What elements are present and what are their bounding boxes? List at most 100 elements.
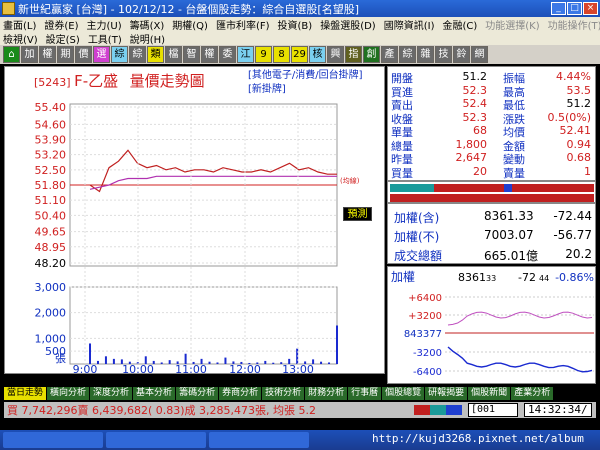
status-bar: 買 7,742,296賣 6,439,682( 0.83)成 3,285,473… bbox=[4, 402, 596, 418]
volume-bar bbox=[112, 358, 115, 364]
menu-item[interactable]: 籌碼(X) bbox=[130, 17, 165, 32]
menu-item[interactable]: 檢視(V) bbox=[3, 31, 38, 46]
toolbar-button[interactable]: 選 bbox=[93, 46, 110, 63]
toolbar-button[interactable]: 檔 bbox=[165, 46, 182, 63]
quote-value: 1,800 bbox=[455, 137, 488, 151]
mini-tick-label: -3200 bbox=[413, 348, 442, 359]
window-title: 新世紀贏家 [台灣] - 102/12/12 - 台盤個股走勢：綜合自選股[名望… bbox=[18, 2, 359, 16]
toolbar-button[interactable]: 權 bbox=[201, 46, 218, 63]
index-panel: 加權(含) 8361.33 -72.44 加權(不) 7003.07 -56.77 成交總額… bbox=[387, 203, 596, 264]
toolbar-button[interactable]: 委 bbox=[219, 46, 236, 63]
toolbar-button[interactable]: 價 bbox=[75, 46, 92, 63]
analysis-tab[interactable]: 個股新聞 bbox=[468, 387, 512, 400]
analysis-tab[interactable]: 行事曆 bbox=[348, 387, 383, 400]
ratio-segment bbox=[434, 184, 504, 192]
watermark: http://kujd3268.pixnet.net/album bbox=[372, 432, 584, 445]
volume-bar bbox=[208, 361, 211, 364]
taskbar-item[interactable] bbox=[3, 432, 103, 448]
analysis-tab[interactable]: 籌碼分析 bbox=[176, 387, 220, 400]
stock-code-input[interactable]: [001 bbox=[468, 403, 518, 417]
toolbar: ⌂ 加權期價選綜綜類檔智權委江 9 8 29 核興指創產綜雜技鈴網 bbox=[0, 45, 600, 64]
index-label: 成交總額 bbox=[394, 249, 443, 263]
toolbar-button[interactable]: 江 bbox=[237, 46, 254, 63]
toolbar-button[interactable]: 指 bbox=[345, 46, 362, 63]
title-bar: 新世紀贏家 [台灣] - 102/12/12 - 台盤個股走勢：綜合自選股[名望… bbox=[0, 0, 600, 17]
analysis-tab[interactable]: 產業分析 bbox=[511, 387, 555, 400]
analysis-tab[interactable]: 基本分析 bbox=[133, 387, 177, 400]
toolbar-button[interactable]: 產 bbox=[381, 46, 398, 63]
toolbar-button[interactable]: 綜 bbox=[399, 46, 416, 63]
toolbar-button[interactable]: 鈴 bbox=[453, 46, 470, 63]
menu-item[interactable]: 國際資訊(I) bbox=[384, 17, 435, 32]
minimize-button[interactable]: _ bbox=[551, 2, 566, 15]
new-listing-link[interactable]: [新掛牌] bbox=[248, 83, 363, 97]
quote-value: 0.68 bbox=[566, 151, 592, 164]
analysis-tab[interactable]: 研報揭要 bbox=[425, 387, 469, 400]
mini-label: 加權 bbox=[391, 270, 415, 284]
toolbar-button[interactable]: 加 bbox=[21, 46, 38, 63]
volume-unit-label: 張 bbox=[55, 352, 66, 365]
quote-row: 總量 1,800 金額 0.94 bbox=[391, 137, 594, 153]
toolbar-button[interactable]: 綜 bbox=[129, 46, 146, 63]
toolbar-button[interactable]: 興 bbox=[327, 46, 344, 63]
toolbar-button[interactable]: 29 bbox=[291, 46, 308, 63]
toolbar-button[interactable]: 綜 bbox=[111, 46, 128, 63]
menu-item[interactable]: 匯市利率(F) bbox=[216, 17, 270, 32]
analysis-tab[interactable]: 個股總覽 bbox=[382, 387, 426, 400]
price-tick-label: 49.65 bbox=[35, 226, 67, 239]
analysis-tab[interactable]: 橫向分析 bbox=[47, 387, 91, 400]
toolbar-button[interactable]: 權 bbox=[39, 46, 56, 63]
maximize-button[interactable]: □ bbox=[567, 2, 582, 15]
menu-item[interactable]: 金融(C) bbox=[442, 17, 477, 32]
toolbar-button[interactable]: 創 bbox=[363, 46, 380, 63]
analysis-tab[interactable]: 深度分析 bbox=[90, 387, 134, 400]
quote-row: 單量 68 均價 52.41 bbox=[391, 124, 594, 139]
toolbar-button[interactable]: 8 bbox=[273, 46, 290, 63]
quote-value: 1 bbox=[584, 164, 591, 178]
toolbar-button[interactable]: 類 bbox=[147, 46, 164, 63]
mini-sell-line bbox=[447, 346, 593, 373]
menu-item[interactable]: 設定(S) bbox=[46, 31, 80, 46]
analysis-tab[interactable]: 財務分析 bbox=[305, 387, 349, 400]
menu-item[interactable]: 投資(B) bbox=[278, 17, 313, 32]
chart-canvas: 55.40 54.60 53.90 53.20 52.50 51.80 51.10 50.40… bbox=[35, 101, 360, 375]
close-button[interactable]: × bbox=[583, 2, 598, 15]
menu-item[interactable]: 說明(H) bbox=[130, 31, 165, 46]
mini-change-decimal: 44 bbox=[539, 274, 549, 283]
analysis-tab[interactable]: 技術分析 bbox=[262, 387, 306, 400]
menu-item[interactable]: 工具(T) bbox=[88, 31, 122, 46]
taskbar-item[interactable] bbox=[209, 432, 309, 448]
quote-value: 52.4 bbox=[462, 97, 488, 110]
volume-bar bbox=[104, 356, 107, 364]
index-value: 7003.07 bbox=[484, 228, 534, 242]
quote-value: 2,647 bbox=[455, 151, 488, 164]
taskbar-item[interactable] bbox=[106, 432, 206, 448]
ratio-segment bbox=[390, 184, 434, 192]
menu-item[interactable]: 操盤選股(D) bbox=[320, 17, 376, 32]
analysis-tab[interactable]: 當日走勢 bbox=[4, 387, 48, 400]
toolbar-button[interactable]: 雜 bbox=[417, 46, 434, 63]
industry-link[interactable]: [其他電子/消費/回台掛牌] bbox=[248, 69, 363, 83]
menu-item[interactable]: 畫面(L) bbox=[3, 17, 36, 32]
toolbar-button[interactable]: ⌂ bbox=[3, 46, 20, 63]
menu-item[interactable]: 主力(U) bbox=[87, 17, 122, 32]
index-mini-chart: 加權 8361 33 -72 44 -0.86% +6400 +3200 843377 -3200… bbox=[387, 266, 596, 384]
menu-item[interactable]: 功能選擇(K) bbox=[485, 17, 539, 32]
toolbar-button[interactable]: 核 bbox=[309, 46, 326, 63]
toolbar-button[interactable]: 9 bbox=[255, 46, 272, 63]
toolbar-button[interactable]: 技 bbox=[435, 46, 452, 63]
menu-bar: 畫面(L) 證券(E) 主力(U) 籌碼(X) 期權(Q) 匯市利率(F) 投資(B) 操盤選… bbox=[0, 17, 600, 46]
menu-item[interactable]: 期權(Q) bbox=[172, 17, 208, 32]
price-tick-label: 55.40 bbox=[35, 101, 67, 114]
menu-item[interactable]: 功能操作(T) bbox=[548, 17, 600, 32]
price-tick-label: 53.20 bbox=[35, 149, 67, 162]
menu-item[interactable]: 證券(E) bbox=[44, 17, 78, 32]
toolbar-button[interactable]: 網 bbox=[471, 46, 488, 63]
index-value: 8361.33 bbox=[484, 209, 534, 223]
volume-bar bbox=[328, 362, 331, 364]
toolbar-button[interactable]: 智 bbox=[183, 46, 200, 63]
analysis-tab[interactable]: 券商分析 bbox=[219, 387, 263, 400]
predict-button[interactable]: 預測 bbox=[343, 207, 372, 221]
quote-value: 51.2 bbox=[566, 97, 592, 110]
toolbar-button[interactable]: 期 bbox=[57, 46, 74, 63]
